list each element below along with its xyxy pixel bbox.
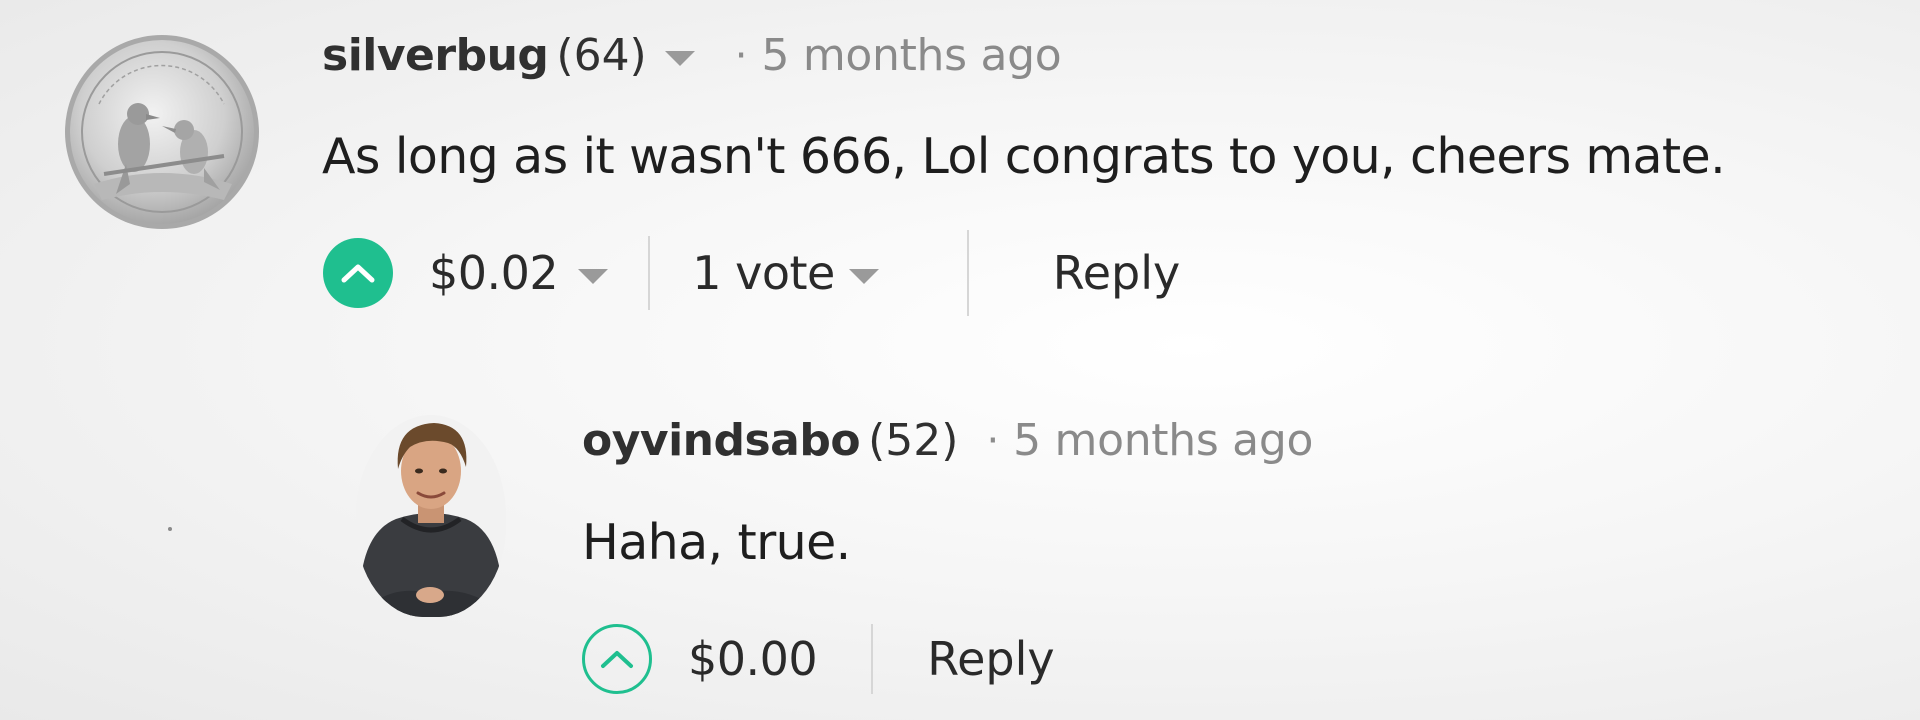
reply-link[interactable]: Reply	[927, 632, 1054, 686]
chevron-up-icon	[341, 264, 375, 283]
user-avatar[interactable]	[64, 34, 260, 230]
payout-value[interactable]: $0.00	[688, 632, 818, 686]
comment-header: silverbug (64) · 5 months ago	[322, 30, 1062, 81]
upvote-button[interactable]	[323, 238, 393, 308]
comment-footer: $0.00 Reply	[582, 620, 1055, 698]
footer-divider	[966, 230, 969, 316]
comment-footer: $0.02 1 vote Reply	[323, 230, 1180, 316]
comment-header: oyvindsabo (52) · 5 months ago	[582, 415, 1313, 466]
vote-count[interactable]: 1 vote	[692, 246, 835, 300]
author-reputation: (52)	[868, 415, 959, 466]
comment-body: Haha, true.	[582, 514, 851, 571]
author-name[interactable]: oyvindsabo	[582, 415, 861, 466]
footer-divider	[648, 236, 651, 310]
payout-dropdown-caret-icon[interactable]	[578, 268, 609, 284]
speck	[168, 527, 172, 531]
chevron-up-icon	[601, 651, 633, 668]
payout-value[interactable]: $0.02	[429, 246, 559, 300]
comment-timestamp[interactable]: 5 months ago	[761, 30, 1061, 81]
author-dropdown-caret-icon[interactable]	[664, 51, 695, 66]
comment-body: As long as it wasn't 666, Lol congrats t…	[322, 128, 1726, 185]
comment-timestamp[interactable]: 5 months ago	[1013, 415, 1313, 466]
kookaburra-coin-icon	[65, 35, 259, 229]
header-separator: ·	[986, 417, 1000, 464]
user-avatar[interactable]	[356, 415, 506, 617]
reply-link[interactable]: Reply	[1053, 246, 1180, 300]
author-name[interactable]: silverbug	[322, 30, 549, 81]
footer-divider	[871, 624, 874, 694]
header-separator: ·	[734, 32, 748, 79]
upvote-button[interactable]	[582, 624, 652, 694]
author-reputation: (64)	[556, 30, 647, 81]
person-photo-icon	[356, 415, 506, 617]
votes-dropdown-caret-icon[interactable]	[848, 268, 879, 284]
